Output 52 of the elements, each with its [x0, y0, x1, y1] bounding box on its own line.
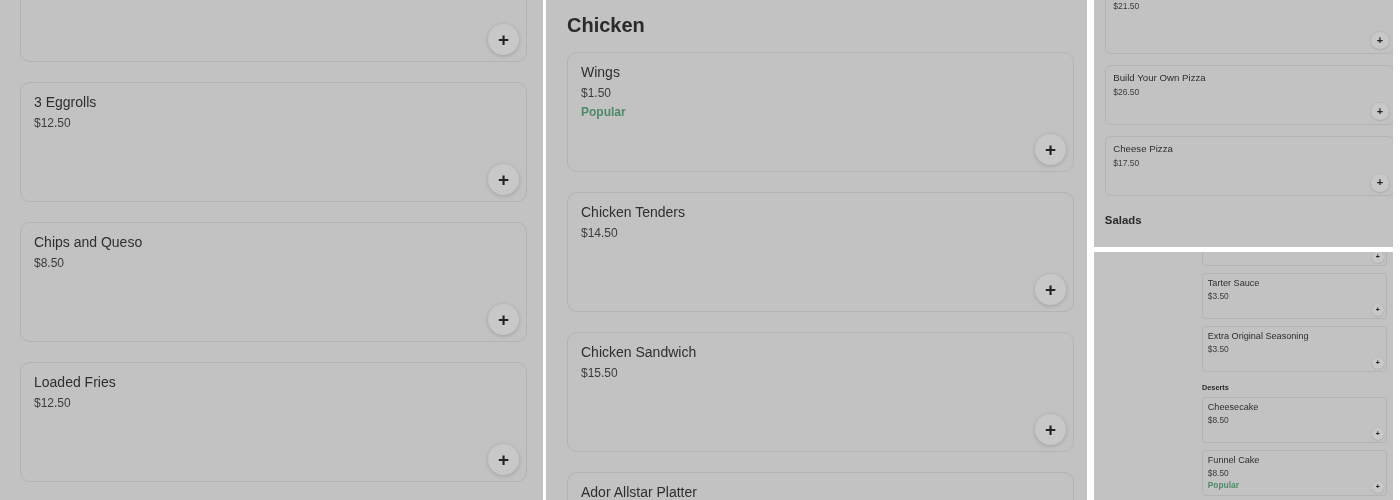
item-name: Chicken Tenders: [581, 204, 686, 222]
add-button[interactable]: +: [488, 24, 519, 55]
popular-label: Popular: [581, 104, 626, 120]
add-button[interactable]: +: [488, 444, 519, 475]
item-price: $26.50: [1113, 86, 1140, 98]
popular-label: Popular: [1207, 479, 1239, 491]
menu-item-card[interactable]: Ador Allstar Platter: [567, 472, 1074, 500]
item-price: $21.50: [1113, 1, 1140, 12]
add-button[interactable]: +: [488, 164, 519, 195]
item-price: $12.50: [34, 115, 71, 131]
item-name: Chicken Sandwich: [581, 344, 697, 362]
item-price: $3.50: [1207, 291, 1229, 302]
menu-item-card[interactable]: Chips and Queso $8.50 +: [20, 222, 527, 342]
add-button[interactable]: +: [1035, 134, 1066, 165]
item-name: Cheesecake: [1207, 402, 1259, 414]
section-heading: Deserts: [1202, 382, 1229, 393]
menu-item-card[interactable]: Chicken Tenders $14.50 +: [567, 192, 1074, 312]
item-price: $17.50: [1113, 157, 1140, 169]
section-heading: Salads: [1104, 213, 1142, 228]
add-button[interactable]: +: [1371, 31, 1389, 50]
section-heading: Chicken: [567, 13, 645, 38]
item-name: Wings: [581, 64, 620, 82]
menu-item-card[interactable]: Wings $1.50 Popular +: [567, 52, 1074, 172]
add-button[interactable]: +: [1035, 414, 1066, 445]
item-name: Chips and Queso: [34, 234, 143, 252]
add-button[interactable]: +: [1035, 274, 1066, 305]
menu-item-card[interactable]: Build Your Own Pizza $26.50 +: [1104, 64, 1393, 125]
item-name: Funnel Cake: [1207, 455, 1260, 467]
menu-item-card[interactable]: Cheese Pizza $17.50 +: [1104, 136, 1393, 197]
add-button[interactable]: +: [1371, 102, 1389, 121]
item-name: Extra Original Seasoning: [1207, 331, 1309, 343]
menu-item-card[interactable]: 3 Eggrolls $12.50 +: [20, 82, 527, 202]
item-price: $8.50: [34, 255, 65, 271]
menu-item-card[interactable]: Loaded Fries $12.50 +: [20, 362, 527, 482]
item-name: Cheese Pizza: [1113, 143, 1173, 156]
item-name: Loaded Fries: [34, 374, 116, 392]
item-price: $8.50: [1207, 415, 1229, 426]
item-name: Ador Allstar Platter: [581, 484, 697, 500]
add-button[interactable]: +: [1371, 174, 1389, 192]
item-price: $1.50: [581, 85, 612, 101]
item-price: $12.50: [34, 395, 71, 411]
menu-item-card[interactable]: $21.50 +: [1104, 0, 1393, 54]
item-price: $3.50: [1207, 343, 1229, 355]
item-price: $14.50: [581, 225, 618, 241]
menu-item-card[interactable]: +: [20, 0, 527, 62]
add-button[interactable]: +: [488, 304, 519, 335]
menu-item-card[interactable]: Chicken Sandwich $15.50 +: [567, 332, 1074, 452]
item-name: Build Your Own Pizza: [1113, 72, 1206, 85]
item-price: $8.50: [1207, 468, 1229, 479]
item-name: Tarter Sauce: [1207, 278, 1260, 290]
item-price: $15.50: [581, 365, 618, 381]
item-name: 3 Eggrolls: [34, 94, 97, 112]
